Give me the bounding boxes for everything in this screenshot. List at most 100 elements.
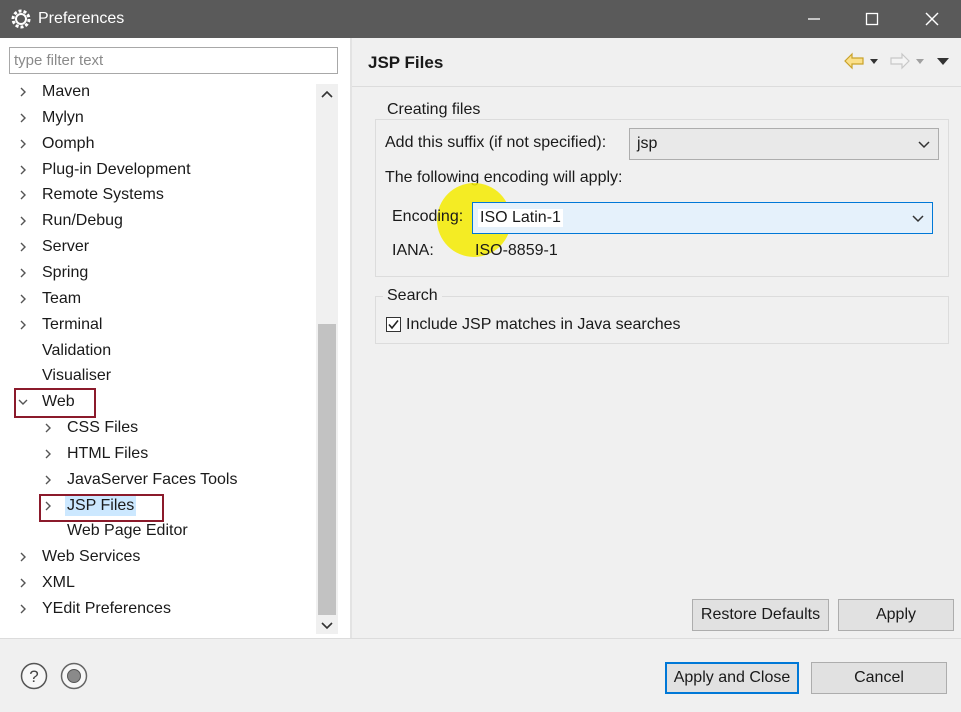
tree-item[interactable]: Mylyn bbox=[17, 106, 86, 130]
forward-arrow-icon[interactable] bbox=[889, 52, 911, 70]
chevron-right-icon[interactable] bbox=[17, 267, 29, 279]
title-separator bbox=[352, 86, 961, 87]
encoding-intro-label: The following encoding will apply: bbox=[385, 169, 623, 186]
jsp-files-highlight-box bbox=[39, 494, 164, 522]
tree-item-label: Spring bbox=[42, 264, 89, 281]
suffix-value: jsp bbox=[637, 135, 658, 152]
tree-item-label: HTML Files bbox=[67, 445, 149, 462]
apply-and-close-button[interactable]: Apply and Close bbox=[665, 662, 799, 694]
chevron-right-icon[interactable] bbox=[17, 293, 29, 305]
include-jsp-label: Include JSP matches in Java searches bbox=[406, 316, 681, 333]
tree-item[interactable]: Web Services bbox=[17, 545, 142, 569]
tree-item-label: Run/Debug bbox=[42, 212, 123, 229]
tree-item-label: YEdit Preferences bbox=[42, 600, 171, 617]
creating-files-title: Creating files bbox=[383, 101, 485, 119]
chevron-down-icon bbox=[912, 215, 924, 223]
back-menu-chevron-icon[interactable] bbox=[867, 54, 881, 68]
tree-item[interactable]: Team bbox=[17, 287, 83, 311]
tree-item-label: JavaServer Faces Tools bbox=[67, 471, 238, 488]
include-jsp-checkbox[interactable] bbox=[386, 317, 401, 332]
tree-item-label: Web Page Editor bbox=[67, 522, 188, 539]
scroll-up-button[interactable] bbox=[316, 84, 338, 104]
close-icon bbox=[925, 12, 939, 26]
title-bar: Preferences bbox=[0, 0, 961, 38]
tree-item[interactable]: XML bbox=[17, 571, 77, 595]
tree-item-label: CSS Files bbox=[67, 419, 139, 436]
tree-item-label: Remote Systems bbox=[42, 186, 164, 203]
tree-item[interactable]: CSS Files bbox=[42, 416, 140, 440]
apply-button[interactable]: Apply bbox=[838, 599, 954, 631]
svg-text:?: ? bbox=[29, 667, 38, 686]
maximize-button[interactable] bbox=[843, 0, 901, 38]
chevron-down-icon bbox=[321, 622, 333, 630]
chevron-right-icon[interactable] bbox=[17, 603, 29, 615]
view-menu-icon[interactable] bbox=[935, 54, 951, 68]
suffix-select[interactable]: jsp bbox=[629, 128, 939, 160]
chevron-right-icon[interactable] bbox=[17, 112, 29, 124]
encoding-value: ISO Latin-1 bbox=[478, 209, 563, 227]
tree-scrollbar[interactable] bbox=[316, 84, 338, 634]
tree-item-label: Team bbox=[42, 290, 82, 307]
tree-item[interactable]: Maven bbox=[17, 80, 92, 104]
eclipse-gear-icon bbox=[11, 9, 31, 29]
chevron-right-icon[interactable] bbox=[17, 241, 29, 253]
cancel-button[interactable]: Cancel bbox=[811, 662, 947, 694]
chevron-down-icon bbox=[918, 141, 930, 149]
chevron-right-icon[interactable] bbox=[42, 422, 54, 434]
chevron-up-icon bbox=[321, 90, 333, 98]
tree-item-label: Plug-in Development bbox=[42, 161, 191, 178]
chevron-right-icon[interactable] bbox=[42, 474, 54, 486]
tree-item[interactable]: Oomph bbox=[17, 132, 96, 156]
suffix-label: Add this suffix (if not specified): bbox=[385, 134, 607, 151]
tree-item[interactable]: Validation bbox=[17, 339, 113, 363]
chevron-right-icon[interactable] bbox=[17, 138, 29, 150]
iana-label: IANA: bbox=[392, 242, 434, 259]
close-button[interactable] bbox=[903, 0, 961, 38]
checkmark-icon bbox=[388, 320, 399, 330]
chevron-right-icon[interactable] bbox=[17, 551, 29, 563]
chevron-right-icon[interactable] bbox=[42, 448, 54, 460]
tree-item-label: Server bbox=[42, 238, 90, 255]
encoding-select[interactable]: ISO Latin-1 bbox=[472, 202, 933, 234]
preference-page: JSP Files Creating files Add this suffix… bbox=[352, 38, 961, 638]
tree-item[interactable]: Web Page Editor bbox=[42, 519, 190, 543]
restore-defaults-button[interactable]: Restore Defaults bbox=[692, 599, 829, 631]
tree-item[interactable]: Terminal bbox=[17, 313, 104, 337]
import-export-icon[interactable] bbox=[60, 662, 88, 690]
tree-item[interactable]: Run/Debug bbox=[17, 209, 125, 233]
tree-item-label: XML bbox=[42, 574, 75, 591]
minimize-button[interactable] bbox=[785, 0, 843, 38]
back-arrow-icon[interactable] bbox=[843, 52, 865, 70]
web-highlight-box bbox=[14, 388, 96, 418]
iana-value: ISO-8859-1 bbox=[475, 242, 558, 259]
page-title: JSP Files bbox=[368, 53, 444, 72]
chevron-right-icon[interactable] bbox=[17, 189, 29, 201]
tree-item-label: Terminal bbox=[42, 316, 103, 333]
tree-item[interactable]: HTML Files bbox=[42, 442, 150, 466]
tree-item-label: Validation bbox=[42, 342, 112, 359]
chevron-right-icon[interactable] bbox=[17, 86, 29, 98]
page-navigation bbox=[843, 52, 951, 70]
dialog-footer: ? Apply and Close Cancel bbox=[0, 639, 961, 712]
tree-item-label: Mylyn bbox=[42, 109, 84, 126]
tree-item[interactable]: JavaServer Faces Tools bbox=[42, 468, 239, 492]
window-title: Preferences bbox=[38, 10, 125, 27]
scroll-thumb[interactable] bbox=[318, 324, 336, 615]
filter-input[interactable] bbox=[9, 47, 338, 74]
tree-item[interactable]: Server bbox=[17, 235, 91, 259]
chevron-right-icon[interactable] bbox=[17, 215, 29, 227]
tree-item-label: Visualiser bbox=[42, 367, 112, 384]
chevron-right-icon[interactable] bbox=[17, 164, 29, 176]
chevron-right-icon[interactable] bbox=[17, 319, 29, 331]
forward-menu-chevron-icon[interactable] bbox=[913, 54, 927, 68]
maximize-icon bbox=[865, 12, 879, 26]
tree-item-label: Web Services bbox=[42, 548, 141, 565]
chevron-right-icon[interactable] bbox=[17, 577, 29, 589]
help-icon[interactable]: ? bbox=[20, 662, 48, 690]
tree-item[interactable]: Remote Systems bbox=[17, 183, 166, 207]
tree-item[interactable]: Plug-in Development bbox=[17, 158, 193, 182]
scroll-down-button[interactable] bbox=[316, 616, 338, 636]
tree-item[interactable]: Spring bbox=[17, 261, 90, 285]
tree-item[interactable]: YEdit Preferences bbox=[17, 597, 173, 621]
tree-item[interactable]: Visualiser bbox=[17, 364, 113, 388]
